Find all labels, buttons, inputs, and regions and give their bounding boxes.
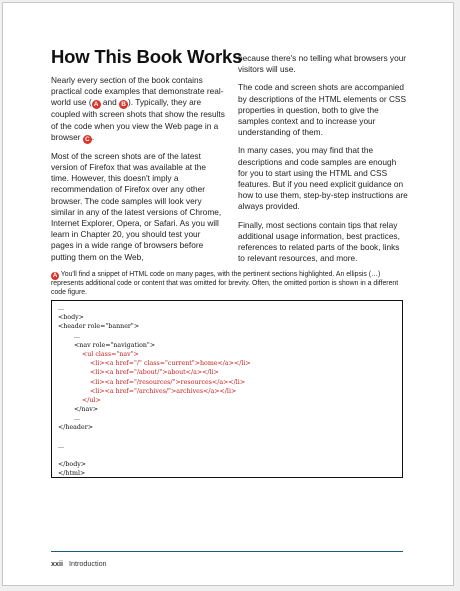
left-column: Nearly every section of the book contain…	[51, 75, 225, 270]
code-line: ...	[58, 415, 81, 423]
section-name: Introduction	[69, 559, 107, 568]
figure-badge-b: B	[119, 100, 129, 110]
caption-text: You'll find a snippet of HTML code on ma…	[51, 271, 399, 296]
code-line: <body>	[58, 314, 84, 322]
code-line: ...	[58, 442, 65, 450]
code-line: </header>	[58, 424, 93, 432]
page-footer: xxii Introduction	[51, 559, 107, 568]
code-line: </body>	[58, 461, 87, 469]
code-line: ...	[58, 305, 65, 312]
figure-caption: A You'll find a snippet of HTML code on …	[51, 271, 403, 297]
page-number: xxii	[51, 559, 63, 568]
intro-paragraph: Nearly every section of the book contain…	[51, 75, 225, 144]
code-line: <header role="banner">	[58, 323, 140, 331]
page-title: How This Book Works	[51, 46, 243, 67]
code-line: <nav role="navigation">	[58, 341, 156, 349]
code-line: <li><a href="/resources/">resources</a><…	[58, 378, 246, 386]
book-page: How This Book Works Nearly every section…	[2, 2, 454, 586]
code-line: <li><a href="/archives/">archives</a></l…	[58, 387, 237, 395]
browsers-paragraph: because there's no telling what browsers…	[238, 53, 407, 75]
code-line: </html>	[58, 470, 86, 478]
screenshots-paragraph: Most of the screen shots are of the late…	[51, 150, 222, 262]
figure-badge-c: C	[82, 134, 92, 144]
code-line: <ul class="nav">	[58, 350, 139, 358]
code-line: <li><a href="/" class="current">home</a>…	[58, 360, 251, 368]
code-figure: ... <body> <header role="banner"> ... <nav…	[51, 300, 403, 478]
code-line: ...	[58, 332, 81, 340]
intro-text-and: and	[100, 97, 120, 108]
code-line: </ul>	[58, 396, 101, 404]
intro-text-end: .	[91, 131, 95, 142]
guidance-paragraph: In many cases, you may find that the des…	[238, 145, 408, 212]
right-column: because there's no telling what browsers…	[238, 53, 408, 271]
code-line: </nav>	[58, 406, 99, 414]
descriptions-paragraph: The code and screen shots are accompanie…	[238, 82, 407, 138]
footer-rule	[51, 551, 403, 552]
figure-badge-a: A	[91, 100, 101, 110]
code-line: <li><a href="/about/">about</a></li>	[58, 369, 219, 377]
tips-paragraph: Finally, most sections contain tips that…	[238, 219, 400, 264]
caption-badge-a: A	[51, 272, 59, 280]
